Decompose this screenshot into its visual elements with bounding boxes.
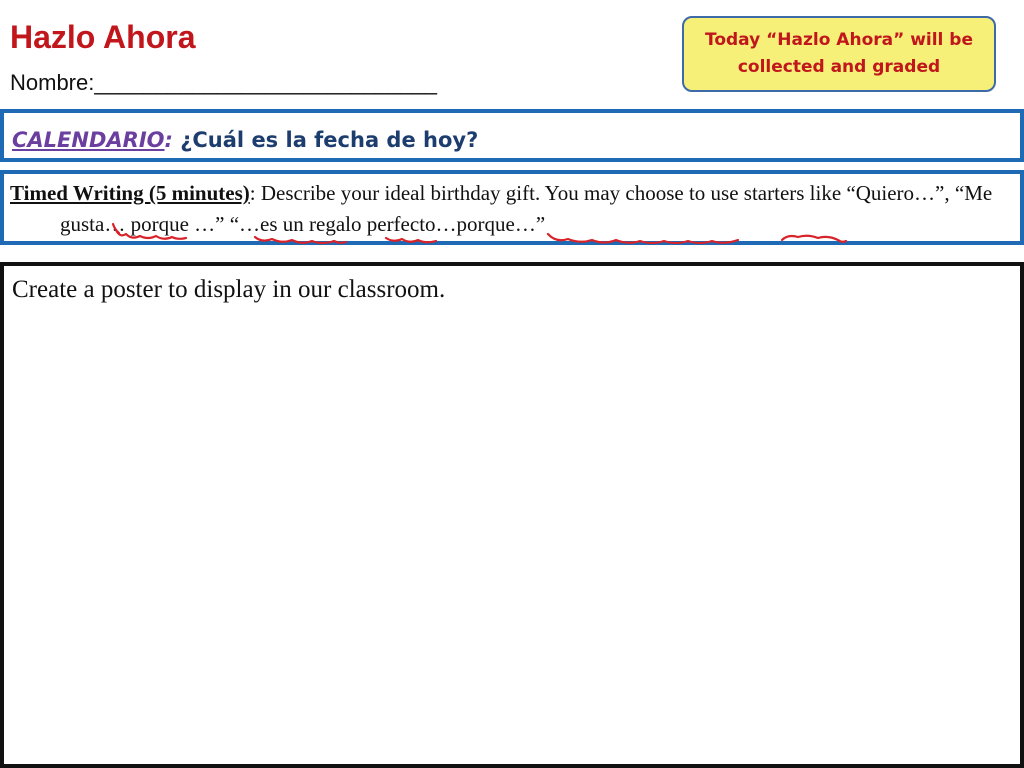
calendar-label: CALENDARIO — [12, 128, 165, 152]
poster-instruction: Create a poster to display in our classr… — [12, 276, 446, 303]
name-field-label: Nombre:____________________________ — [10, 70, 437, 95]
calendar-band: CALENDARIO: ¿Cuál es la fecha de hoy? — [0, 109, 1024, 162]
grading-note-text: Today “Hazlo Ahora” will be collected an… — [704, 30, 973, 77]
calendar-colon: : — [164, 128, 173, 152]
timed-writing-prompt: Timed Writing (5 minutes): Describe your… — [10, 178, 1012, 240]
page-title: Hazlo Ahora — [10, 19, 196, 55]
calendar-question: ¿Cuál es la fecha de hoy? — [172, 128, 479, 152]
calendar-prompt: CALENDARIO: ¿Cuál es la fecha de hoy? — [12, 128, 478, 152]
poster-area: Create a poster to display in our classr… — [0, 262, 1024, 768]
timed-writing-label: Timed Writing (5 minutes) — [10, 181, 250, 205]
timed-writing-band: Timed Writing (5 minutes): Describe your… — [0, 170, 1024, 245]
grading-note: Today “Hazlo Ahora” will be collected an… — [682, 16, 996, 92]
